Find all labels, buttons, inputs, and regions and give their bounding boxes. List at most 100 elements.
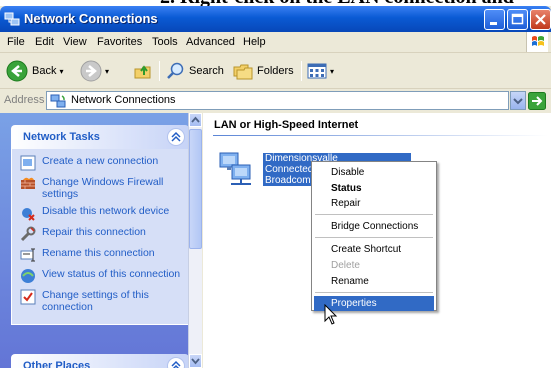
toolbar: Back ▾ ▾ Search Folders ▾ [0, 53, 551, 89]
lan-connection-icon[interactable] [217, 149, 257, 189]
settings-icon [20, 289, 36, 305]
task-label: View status of this connection [42, 268, 181, 280]
collapse-button[interactable] [167, 357, 185, 368]
go-button[interactable] [528, 91, 548, 110]
address-value: Network Connections [71, 94, 176, 106]
rename-icon [20, 248, 35, 262]
forward-button[interactable]: ▾ [80, 59, 109, 83]
folders-icon [233, 64, 253, 80]
menu-bar: File Edit View Favorites Tools Advanced … [0, 32, 551, 53]
task-pane-scrollbar[interactable] [188, 113, 202, 368]
menu-separator [315, 292, 433, 293]
views-dropdown-icon[interactable]: ▾ [330, 67, 334, 76]
repair-icon [20, 226, 36, 242]
back-arrow-icon [6, 60, 28, 82]
network-tasks-panel: Network Tasks Create a new connection Ch… [11, 125, 189, 325]
folders-label: Folders [257, 65, 294, 77]
back-button[interactable]: Back ▾ [6, 59, 63, 83]
menu-item-bridge-connections[interactable]: Bridge Connections [314, 219, 434, 234]
mouse-pointer-icon [324, 304, 338, 325]
windows-logo-icon [526, 32, 548, 52]
scroll-thumb[interactable] [189, 129, 202, 249]
close-button[interactable] [530, 9, 551, 30]
task-label: Create a new connection [42, 155, 159, 167]
window-title: Network Connections [24, 11, 158, 26]
network-tasks-header[interactable]: Network Tasks [11, 125, 189, 149]
menu-advanced[interactable]: Advanced [186, 36, 235, 48]
collapse-button[interactable] [167, 128, 185, 146]
menu-item-rename[interactable]: Rename [314, 274, 434, 289]
task-disable-device[interactable]: Disable this network device [20, 205, 182, 221]
task-label: Rename this connection [42, 247, 155, 259]
search-icon [167, 62, 184, 79]
task-label: Repair this connection [42, 226, 146, 238]
forward-dropdown-icon[interactable]: ▾ [105, 67, 109, 76]
address-dropdown-button[interactable] [510, 91, 526, 110]
network-connections-icon [50, 94, 66, 108]
menu-separator [315, 214, 433, 215]
network-tasks-list: Create a new connection Change Windows F… [11, 149, 189, 325]
status-icon [21, 269, 35, 283]
other-places-panel: Other Places [11, 354, 189, 368]
double-chevron-up-icon [171, 360, 181, 368]
other-places-title: Other Places [23, 360, 91, 368]
views-icon [307, 63, 327, 79]
scroll-down-button[interactable] [189, 354, 202, 368]
menu-favorites[interactable]: Favorites [97, 36, 142, 48]
address-label: Address [4, 94, 45, 106]
views-button[interactable]: ▾ [307, 59, 334, 83]
toolbar-separator [301, 61, 302, 81]
menu-item-repair[interactable]: Repair [314, 196, 434, 211]
new-connection-icon [20, 155, 36, 171]
disable-device-icon [22, 208, 35, 221]
search-button[interactable]: Search [165, 59, 224, 83]
folders-button[interactable]: Folders [233, 59, 294, 83]
task-create-connection[interactable]: Create a new connection [20, 155, 182, 171]
toolbar-separator [159, 61, 160, 81]
minimize-button[interactable] [484, 9, 505, 30]
menu-item-status[interactable]: Status [314, 181, 434, 196]
task-view-status[interactable]: View status of this connection [20, 268, 182, 284]
task-rename-connection[interactable]: Rename this connection [20, 247, 182, 263]
address-field[interactable]: Network Connections [46, 91, 509, 110]
task-label: Change Windows Firewall settings [42, 176, 164, 200]
menu-item-delete: Delete [331, 260, 360, 271]
scroll-up-button[interactable] [189, 113, 202, 127]
chevron-down-icon [513, 98, 523, 105]
menu-view[interactable]: View [63, 36, 87, 48]
task-label: Disable this network device [42, 205, 170, 217]
chevron-up-icon [191, 116, 200, 123]
menu-edit[interactable]: Edit [35, 36, 54, 48]
maximize-button[interactable] [507, 9, 528, 30]
task-change-settings[interactable]: Change settings of this connection [20, 289, 182, 313]
other-places-header[interactable]: Other Places [11, 354, 189, 368]
task-repair-connection[interactable]: Repair this connection [20, 226, 182, 242]
menu-file[interactable]: File [7, 36, 25, 48]
explorer-window: Network Connections File Edit View Favor… [0, 6, 551, 368]
double-chevron-up-icon [171, 131, 181, 142]
menu-item-disable[interactable]: Disable [314, 165, 434, 180]
firewall-icon [21, 177, 35, 189]
task-change-firewall[interactable]: Change Windows Firewall settings [20, 176, 182, 200]
up-folder-icon [134, 65, 151, 79]
menu-item-create-shortcut[interactable]: Create Shortcut [314, 242, 434, 257]
menu-separator [315, 237, 433, 238]
close-icon [535, 14, 546, 25]
context-menu: Disable Status Repair Bridge Connections… [311, 161, 437, 311]
group-header: LAN or High-Speed Internet [214, 119, 359, 131]
chevron-down-icon [191, 358, 200, 365]
menu-tools[interactable]: Tools [152, 36, 178, 48]
up-folder-button[interactable] [133, 59, 153, 83]
group-divider [213, 135, 548, 136]
go-arrow-icon [528, 91, 546, 110]
back-dropdown-icon[interactable]: ▾ [59, 67, 63, 76]
search-label: Search [189, 65, 224, 77]
minimize-icon [490, 22, 497, 25]
maximize-icon [511, 13, 524, 25]
menu-help[interactable]: Help [243, 36, 266, 48]
forward-arrow-icon [80, 60, 102, 82]
back-label: Back [32, 65, 57, 77]
network-connections-icon [4, 12, 20, 26]
title-bar[interactable]: Network Connections [0, 6, 551, 32]
address-bar: Address Network Connections [0, 90, 551, 112]
